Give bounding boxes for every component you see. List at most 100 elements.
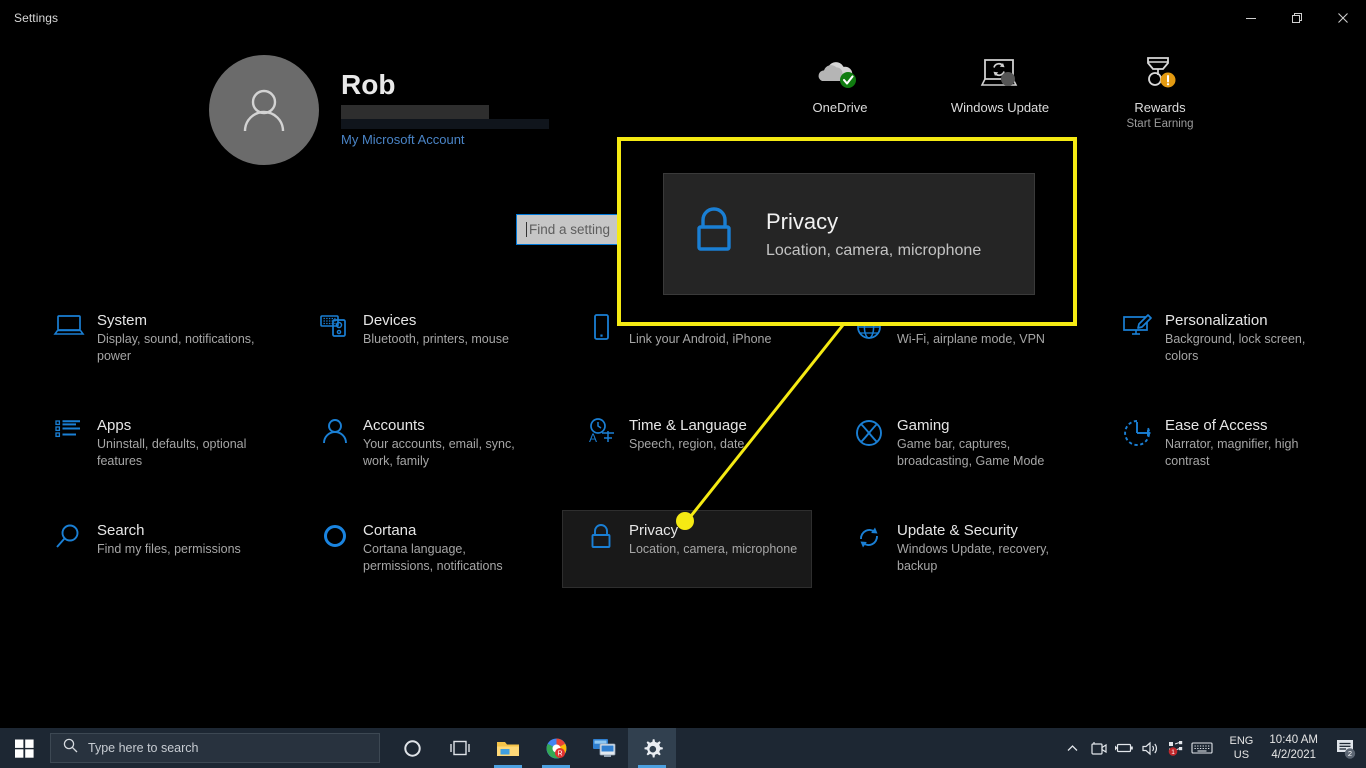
tile-title: Devices: [363, 312, 417, 329]
laptop-icon: [47, 311, 91, 339]
person-avatar-icon: [243, 89, 285, 132]
svg-text:A: A: [589, 431, 597, 445]
rewards-medal-icon: [1137, 50, 1183, 94]
tile-gaming[interactable]: Gaming Game bar, captures, broadcasting,…: [830, 405, 1080, 483]
xbox-icon: [847, 416, 891, 448]
windows-update-icon: [977, 50, 1023, 94]
settings-grid: System Display, sound, notifications, po…: [0, 300, 1366, 615]
settings-gear-icon[interactable]: [628, 728, 676, 768]
lock-icon: [579, 521, 623, 553]
avatar[interactable]: [209, 55, 319, 165]
tile-title: Cortana: [363, 522, 417, 539]
privacy-callout-text: Privacy Location, camera, microphone: [766, 208, 981, 260]
status-sub-rewards: Start Earning: [1126, 118, 1194, 130]
tile-privacy[interactable]: Privacy Location, camera, microphone: [562, 510, 812, 588]
network-icon[interactable]: 1: [1163, 728, 1189, 768]
chevron-up-icon[interactable]: [1059, 728, 1085, 768]
tile-sub: Cortana language, permissions, notificat…: [363, 542, 503, 573]
tile-devices[interactable]: Devices Bluetooth, printers, mouse: [296, 300, 546, 378]
tile-search[interactable]: Search Find my files, permissions: [30, 510, 280, 588]
status-item-windows-update[interactable]: Windows Update: [920, 50, 1080, 130]
search-placeholder: Find a setting: [529, 222, 611, 237]
language-line-2: US: [1233, 749, 1250, 761]
tile-body: Update & Security Windows Update, recove…: [891, 521, 1071, 575]
accounts-person-icon: [313, 416, 357, 446]
magnifier-icon: [47, 521, 91, 553]
tile-body: Time & Language Speech, region, date: [623, 416, 747, 453]
time-language-icon: A: [579, 416, 623, 446]
clock[interactable]: 10:40 AM 4/2/2021: [1269, 733, 1318, 763]
window-controls: [1228, 0, 1366, 36]
taskbar-items: R: [388, 728, 676, 768]
tile-title: Personalization: [1165, 312, 1268, 329]
privacy-callout-tile[interactable]: Privacy Location, camera, microphone: [663, 173, 1035, 295]
tile-title: Privacy: [629, 522, 679, 539]
settings-row-3: Search Find my files, permissions Cortan…: [0, 510, 1366, 615]
volume-icon[interactable]: [1137, 728, 1163, 768]
tile-body: Accounts Your accounts, email, sync, wor…: [357, 416, 537, 470]
tile-body: Ease of Access Narrator, magnifier, high…: [1159, 416, 1339, 470]
cortana-icon[interactable]: [388, 728, 436, 768]
text-caret: [526, 222, 527, 237]
tile-title: Search: [97, 522, 145, 539]
tile-personalization[interactable]: Personalization Background, lock screen,…: [1098, 300, 1348, 378]
tile-title: System: [97, 312, 148, 329]
remote-desktop-icon[interactable]: [580, 728, 628, 768]
account-email-redacted-2: [341, 119, 549, 129]
onedrive-tray-icon[interactable]: [1085, 728, 1111, 768]
tile-update-security[interactable]: Update & Security Windows Update, recove…: [830, 510, 1080, 588]
tile-sub: Background, lock screen, colors: [1165, 332, 1306, 363]
cortana-ring-icon: [313, 521, 357, 553]
tile-sub: Bluetooth, printers, mouse: [363, 332, 509, 346]
tile-accounts[interactable]: Accounts Your accounts, email, sync, wor…: [296, 405, 546, 483]
tile-time-language[interactable]: A Time & Language Speech, region, date: [562, 405, 812, 483]
tile-body: Devices Bluetooth, printers, mouse: [357, 311, 509, 348]
tile-title: Gaming: [897, 417, 950, 434]
task-view-icon[interactable]: [436, 728, 484, 768]
devices-icon: [313, 311, 357, 339]
tile-sub: Speech, region, date: [629, 437, 745, 451]
system-tray: 1 ENG US 10:40 AM 4/2/2021 2: [1059, 728, 1366, 768]
taskbar-search-input[interactable]: Type here to search: [50, 733, 380, 763]
tile-body: Cortana Cortana language, permissions, n…: [357, 521, 537, 575]
my-microsoft-account-link[interactable]: My Microsoft Account: [341, 132, 549, 147]
personalization-icon: [1115, 311, 1159, 341]
status-item-onedrive[interactable]: OneDrive: [760, 50, 920, 130]
account-header: Rob My Microsoft Account: [209, 55, 549, 165]
status-label-windows-update: Windows Update: [950, 100, 1050, 115]
apps-list-icon: [47, 416, 91, 444]
tile-sub: Link your Android, iPhone: [629, 332, 772, 346]
minimize-button[interactable]: [1228, 0, 1274, 36]
chrome-icon[interactable]: R: [532, 728, 580, 768]
tile-title: Time & Language: [629, 417, 747, 434]
restore-button[interactable]: [1274, 0, 1320, 36]
tile-sub: Wi-Fi, airplane mode, VPN: [897, 332, 1045, 346]
battery-icon[interactable]: [1111, 728, 1137, 768]
tile-apps[interactable]: Apps Uninstall, defaults, optional featu…: [30, 405, 280, 483]
windows-start-icon[interactable]: [0, 728, 48, 768]
header-status-icons: OneDrive Windows Update Rewards Start Ea…: [760, 50, 1240, 130]
action-center-icon[interactable]: 2: [1326, 728, 1366, 768]
status-label-onedrive: OneDrive: [812, 100, 868, 115]
search-icon: [63, 738, 78, 758]
ease-of-access-icon: [1115, 416, 1159, 448]
notification-badge-count: 2: [1348, 749, 1352, 758]
clock-time: 10:40 AM: [1269, 734, 1318, 746]
account-text-block: Rob My Microsoft Account: [341, 55, 549, 147]
close-button[interactable]: [1320, 0, 1366, 36]
tile-body: Search Find my files, permissions: [91, 521, 241, 558]
tile-title: Apps: [97, 417, 132, 434]
window-title: Settings: [14, 11, 59, 25]
tile-sub: Narrator, magnifier, high contrast: [1165, 437, 1299, 468]
tile-cortana[interactable]: Cortana Cortana language, permissions, n…: [296, 510, 546, 588]
file-explorer-icon[interactable]: [484, 728, 532, 768]
tile-system[interactable]: System Display, sound, notifications, po…: [30, 300, 280, 378]
keyboard-icon[interactable]: [1189, 728, 1215, 768]
lock-icon: [690, 205, 738, 264]
status-item-rewards[interactable]: Rewards Start Earning: [1080, 50, 1240, 130]
clock-date: 4/2/2021: [1271, 749, 1317, 761]
taskbar-search-placeholder: Type here to search: [88, 741, 199, 755]
tile-ease-of-access[interactable]: Ease of Access Narrator, magnifier, high…: [1098, 405, 1348, 483]
input-language-indicator[interactable]: ENG US: [1221, 734, 1261, 762]
tile-sub: Your accounts, email, sync, work, family: [363, 437, 515, 468]
